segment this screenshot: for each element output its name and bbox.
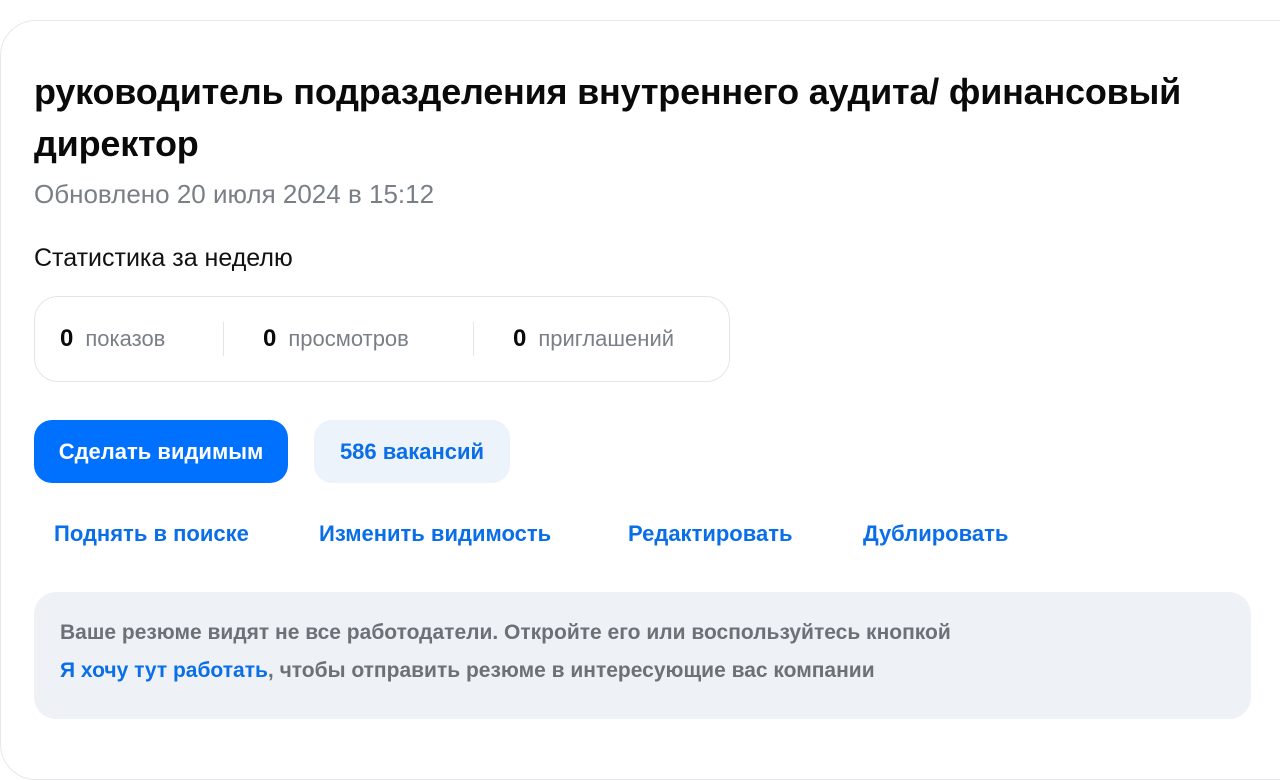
notice-text-end: , чтобы отправить резюме в интересующие …: [267, 659, 875, 682]
stat-views-label: просмотров: [288, 326, 409, 351]
visibility-notice: Ваше резюме видят не все работодатели. О…: [34, 592, 1251, 719]
stat-divider: [223, 322, 224, 356]
stats-heading: Статистика за неделю: [34, 244, 293, 272]
stat-invitations-label: приглашений: [538, 326, 675, 351]
stat-divider: [473, 322, 474, 356]
stat-impressions-value: 0: [60, 325, 74, 352]
stats-panel: 0 показов 0 просмотров 0 приглашений: [34, 296, 730, 382]
change-visibility-link[interactable]: Изменить видимость: [319, 518, 551, 550]
vacancies-button[interactable]: 586 вакансий: [314, 420, 510, 483]
raise-in-search-link[interactable]: Поднять в поиске: [54, 518, 249, 550]
edit-link[interactable]: Редактировать: [628, 518, 793, 550]
stat-views: 0 просмотров: [263, 319, 409, 359]
updated-timestamp: Обновлено 20 июля 2024 в 15:12: [34, 179, 435, 209]
resume-title[interactable]: руководитель подразделения внутреннего а…: [34, 66, 1234, 170]
stat-views-value: 0: [263, 325, 277, 352]
notice-text: Ваше резюме видят не все работодатели. О…: [60, 621, 951, 644]
duplicate-link[interactable]: Дублировать: [863, 518, 1008, 550]
want-to-work-here-link[interactable]: Я хочу тут работать: [60, 659, 268, 682]
stat-impressions-label: показов: [85, 326, 166, 351]
make-visible-button[interactable]: Сделать видимым: [34, 420, 288, 483]
stat-impressions: 0 показов: [60, 319, 165, 359]
stat-invitations: 0 приглашений: [513, 319, 674, 359]
stat-invitations-value: 0: [513, 325, 527, 352]
